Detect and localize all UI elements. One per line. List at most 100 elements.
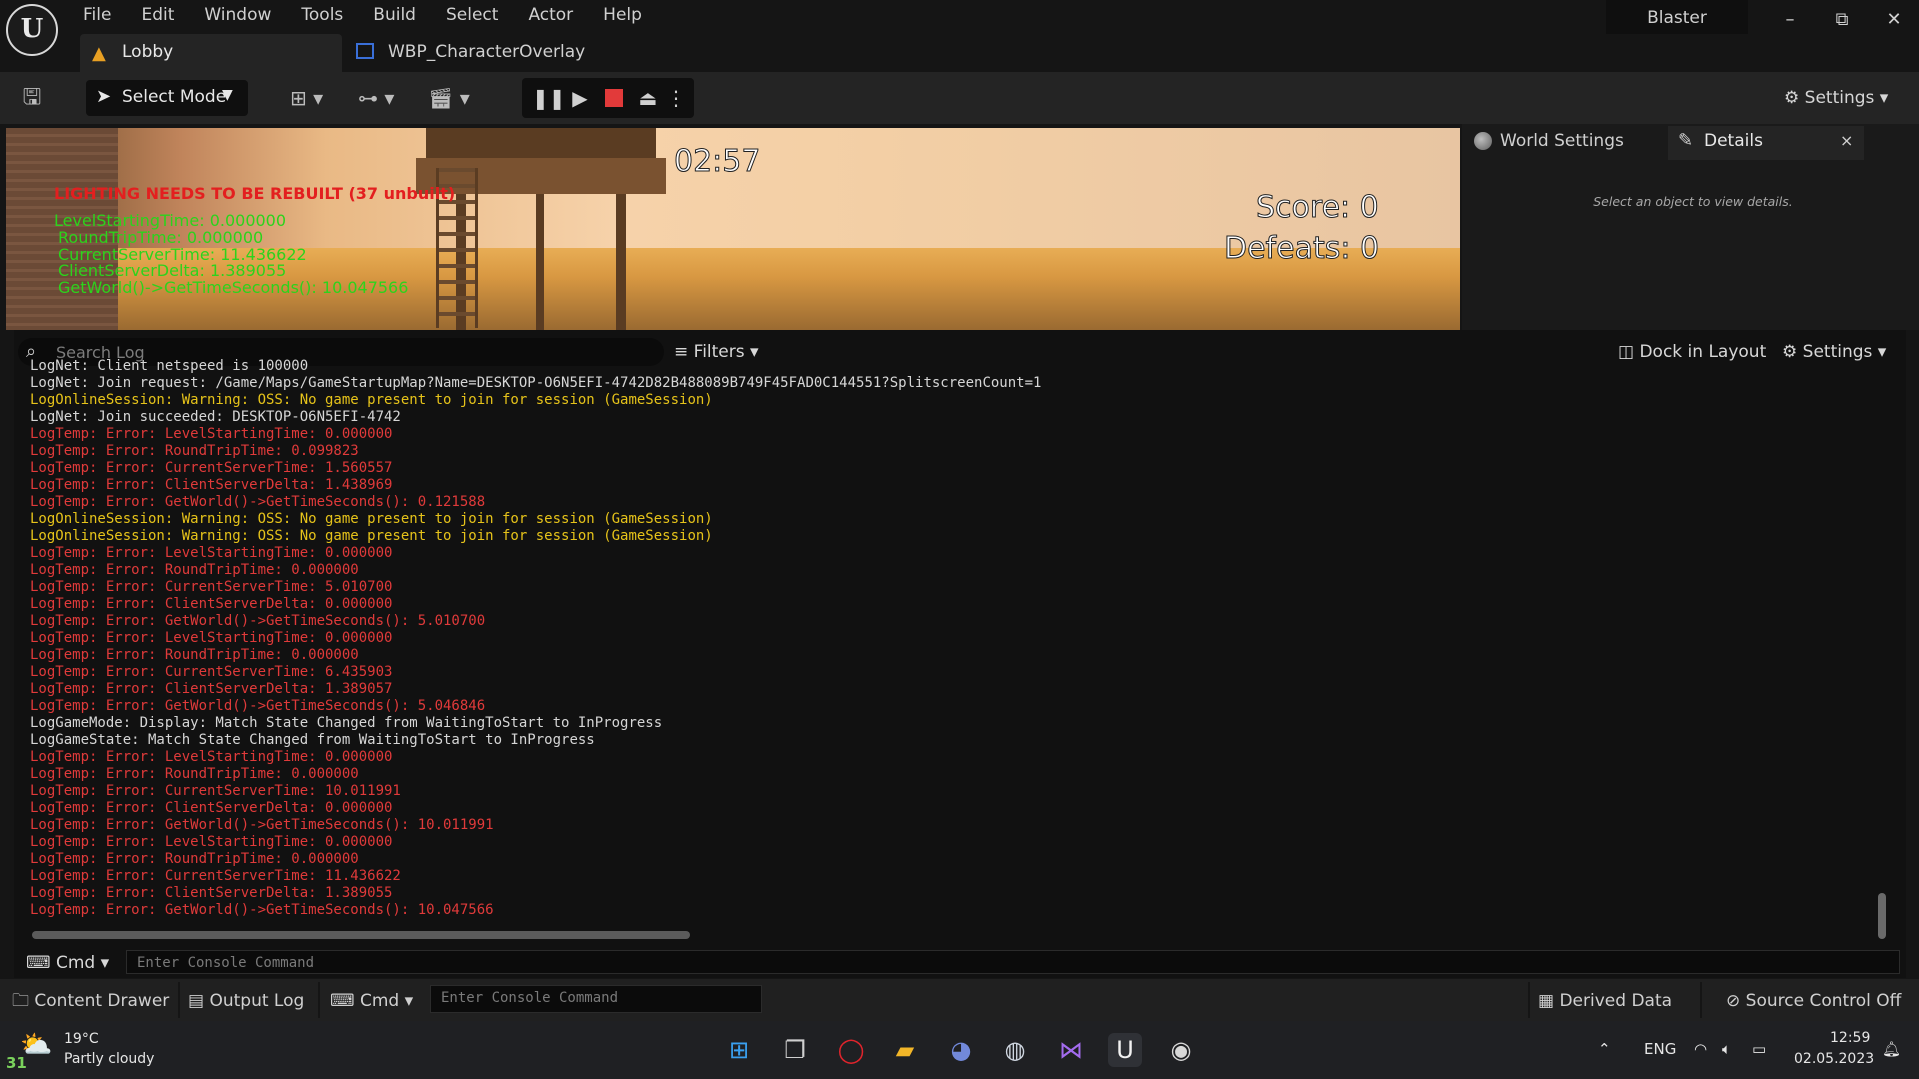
discord-icon[interactable]: ◕ bbox=[944, 1033, 978, 1067]
log-line: LogTemp: Error: GetWorld()->GetTimeSecon… bbox=[30, 698, 486, 714]
close-window-button[interactable]: ✕ bbox=[1872, 0, 1916, 40]
chevron-down-icon: ▾ bbox=[1879, 88, 1889, 108]
log-line: LogTemp: Error: ClientServerDelta: 1.438… bbox=[30, 477, 393, 493]
status-console-input[interactable] bbox=[439, 987, 760, 1009]
opera-icon[interactable]: ◯ bbox=[834, 1033, 868, 1067]
log-line: LogTemp: Error: RoundTripTime: 0.099823 bbox=[30, 443, 359, 459]
log-line: LogTemp: Error: CurrentServerTime: 6.435… bbox=[30, 664, 393, 680]
content-drawer-label: Content Drawer bbox=[34, 991, 170, 1011]
step-icon[interactable]: ▶ bbox=[566, 84, 594, 112]
visual-studio-icon[interactable]: ⋈ bbox=[1054, 1033, 1088, 1067]
output-log-button[interactable]: ▤ Output Log bbox=[188, 989, 304, 1013]
source-control-icon: ⊘ bbox=[1726, 991, 1741, 1011]
game-viewport[interactable]: 02:57 Score: 0 Defeats: 0 LIGHTING NEEDS… bbox=[6, 128, 1460, 330]
log-cmd-dropdown[interactable]: ⌨ Cmd ▾ bbox=[26, 951, 109, 975]
log-line: LogTemp: Error: ClientServerDelta: 0.000… bbox=[30, 596, 393, 612]
log-line: LogTemp: Error: GetWorld()->GetTimeSecon… bbox=[30, 494, 486, 510]
output-log-label: Output Log bbox=[209, 991, 305, 1011]
volume-icon[interactable]: 🔈︎ bbox=[1722, 1040, 1731, 1058]
file-explorer-icon[interactable]: ▰ bbox=[888, 1033, 922, 1067]
log-console-input[interactable] bbox=[135, 952, 1841, 974]
play-controls: ❚❚ ▶ ⏏ ⋮ bbox=[522, 78, 694, 118]
unreal-editor-icon[interactable]: U bbox=[1108, 1033, 1142, 1067]
clock-time[interactable]: 12:59 bbox=[1830, 1030, 1870, 1046]
start-icon[interactable]: ⊞ bbox=[722, 1033, 756, 1067]
content-drawer-button[interactable]: 🗀 Content Drawer bbox=[12, 989, 169, 1013]
close-icon[interactable]: × bbox=[1840, 131, 1853, 150]
stop-icon[interactable] bbox=[600, 84, 628, 112]
chevron-down-icon: ▾ bbox=[1877, 342, 1887, 362]
menu-window[interactable]: Window bbox=[189, 2, 286, 28]
menu-help[interactable]: Help bbox=[588, 2, 657, 28]
toolbar-settings-button[interactable]: ⚙ Settings ▾ bbox=[1784, 84, 1904, 112]
log-line: LogTemp: Error: LevelStartingTime: 0.000… bbox=[30, 426, 393, 442]
lighting-warning: LIGHTING NEEDS TO BE REBUILT (37 unbuilt… bbox=[54, 184, 456, 203]
log-line: LogTemp: Error: GetWorld()->GetTimeSecon… bbox=[30, 613, 486, 629]
menu-select[interactable]: Select bbox=[431, 2, 513, 28]
derived-data-button[interactable]: ▦ Derived Data bbox=[1538, 989, 1672, 1013]
save-icon[interactable]: 🖫 bbox=[16, 83, 48, 113]
eject-icon[interactable]: ⏏ bbox=[634, 84, 662, 112]
log-line: LogTemp: Error: RoundTripTime: 0.000000 bbox=[30, 562, 359, 578]
more-options-icon[interactable]: ⋮ bbox=[662, 84, 690, 112]
select-mode-dropdown[interactable]: ➤ Select Mode ▼ bbox=[86, 80, 248, 116]
match-timer: 02:57 bbox=[673, 144, 761, 180]
log-line: LogTemp: Error: ClientServerDelta: 0.000… bbox=[30, 800, 393, 816]
status-console-field[interactable] bbox=[430, 985, 762, 1013]
details-empty-hint: Select an object to view details. bbox=[1593, 194, 1793, 209]
minimize-button[interactable]: – bbox=[1768, 0, 1812, 40]
toolbar-settings-label: Settings bbox=[1804, 88, 1875, 108]
pencil-icon: ✎ bbox=[1678, 130, 1694, 151]
source-control-button[interactable]: ⊘ Source Control Off bbox=[1726, 989, 1901, 1013]
log-lines[interactable]: LogNet: Client netspeed is 100000 LogNet:… bbox=[30, 358, 1860, 918]
main-toolbar bbox=[0, 72, 1919, 124]
debug-get-time-seconds: GetWorld()->GetTimeSeconds(): 10.047566 bbox=[58, 278, 409, 297]
divider bbox=[318, 982, 320, 1018]
log-line: LogTemp: Error: ClientServerDelta: 1.389… bbox=[30, 885, 393, 901]
log-line: LogTemp: Error: RoundTripTime: 0.000000 bbox=[30, 851, 359, 867]
menu-build[interactable]: Build bbox=[358, 2, 431, 28]
tab-lobby[interactable]: ▲ Lobby bbox=[80, 34, 342, 72]
log-line: LogOnlineSession: Warning: OSS: No game … bbox=[30, 392, 713, 408]
menu-file[interactable]: File bbox=[68, 2, 126, 28]
log-line: LogTemp: Error: RoundTripTime: 0.000000 bbox=[30, 766, 359, 782]
chevron-down-icon: ▼ bbox=[222, 87, 233, 103]
unreal-logo-icon[interactable]: U bbox=[6, 4, 58, 56]
vertical-scrollbar[interactable] bbox=[1878, 893, 1886, 939]
pause-icon[interactable]: ❚❚ bbox=[532, 84, 566, 112]
log-line: LogNet: Join succeeded: DESKTOP-O6N5EFI-… bbox=[30, 409, 401, 425]
tab-world-settings-label: World Settings bbox=[1500, 131, 1624, 151]
menu-edit[interactable]: Edit bbox=[126, 2, 189, 28]
clock-date[interactable]: 02.05.2023 bbox=[1794, 1051, 1874, 1067]
notification-icon[interactable]: 🔔︎ bbox=[1882, 1040, 1901, 1058]
content-drawer-icon: 🗀 bbox=[12, 991, 29, 1011]
tray-chevron-icon[interactable]: ⌃ bbox=[1598, 1040, 1611, 1058]
task-view-icon[interactable]: ❐ bbox=[778, 1033, 812, 1067]
globe-icon bbox=[1474, 132, 1492, 150]
horizontal-scrollbar[interactable] bbox=[32, 931, 690, 939]
wifi-icon[interactable]: ◠ bbox=[1694, 1040, 1707, 1058]
menu-actor[interactable]: Actor bbox=[513, 2, 588, 28]
battery-icon[interactable]: ▭ bbox=[1752, 1040, 1766, 1058]
tab-wbp-character-overlay[interactable]: WBP_CharacterOverlay bbox=[352, 34, 612, 72]
log-line: LogTemp: Error: LevelStartingTime: 0.000… bbox=[30, 630, 393, 646]
main-menu: File Edit Window Tools Build Select Acto… bbox=[68, 2, 657, 28]
tab-world-settings[interactable]: World Settings bbox=[1468, 126, 1668, 160]
steam-icon[interactable]: ◍ bbox=[998, 1033, 1032, 1067]
log-line: LogTemp: Error: LevelStartingTime: 0.000… bbox=[30, 545, 393, 561]
language-indicator[interactable]: ENG bbox=[1644, 1040, 1676, 1058]
log-line: LogTemp: Error: ClientServerDelta: 1.389… bbox=[30, 681, 393, 697]
status-cmd-dropdown[interactable]: ⌨ Cmd ▾ bbox=[330, 989, 413, 1013]
maximize-button[interactable]: ⧉ bbox=[1820, 0, 1864, 40]
app-icon[interactable]: ◉ bbox=[1164, 1033, 1198, 1067]
menu-tools[interactable]: Tools bbox=[286, 2, 358, 28]
cursor-icon: ➤ bbox=[96, 86, 112, 107]
log-console-field[interactable] bbox=[126, 950, 1900, 974]
blueprint-icon[interactable]: ⊶ ▾ bbox=[358, 84, 394, 112]
tab-details[interactable]: ✎ Details × bbox=[1668, 126, 1864, 160]
add-actor-icon[interactable]: ⊞ ▾ bbox=[290, 84, 323, 112]
cinematics-icon[interactable]: 🎬︎ ▾ bbox=[428, 84, 470, 112]
score-text: Score: 0 bbox=[1256, 190, 1380, 226]
output-log-icon: ▤ bbox=[188, 991, 205, 1011]
log-cmd-label: Cmd bbox=[55, 953, 96, 973]
